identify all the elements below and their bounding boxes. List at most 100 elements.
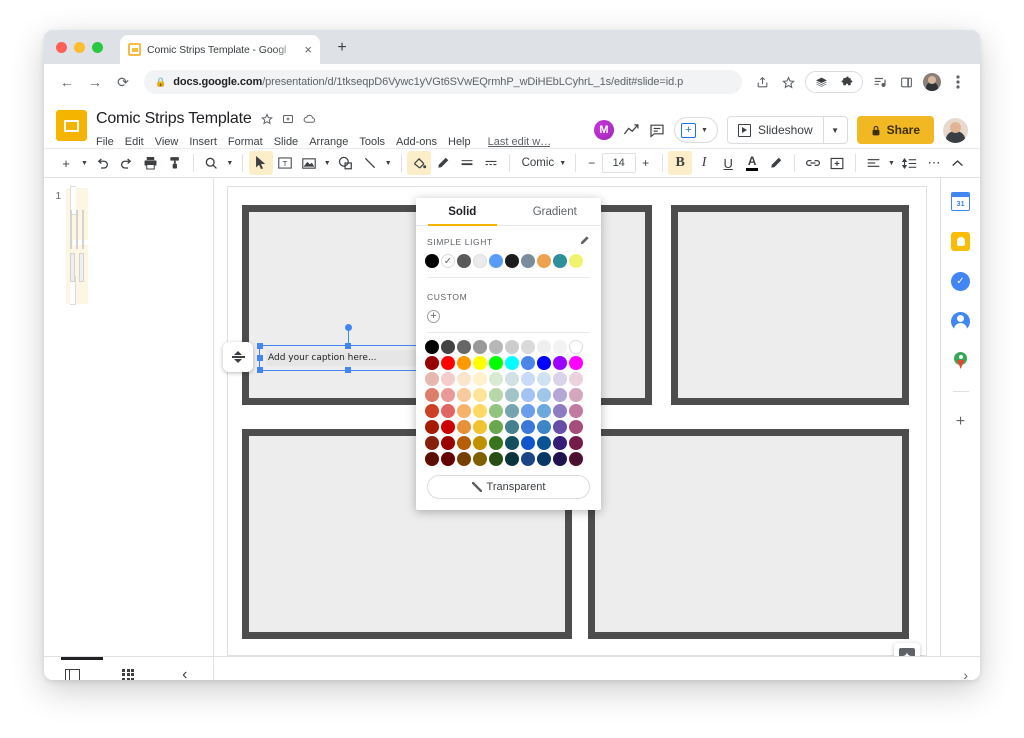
image-chevron-down-icon[interactable]: ▼ [321, 160, 334, 167]
menu-format[interactable]: Format [228, 136, 263, 148]
selected-caption-textbox[interactable]: Add your caption here... [259, 345, 437, 371]
select-tool-button[interactable] [249, 151, 273, 175]
align-button[interactable] [861, 151, 885, 175]
print-button[interactable] [139, 151, 163, 175]
palette-swatch-4-8[interactable] [553, 404, 567, 418]
palette-swatch-3-0[interactable] [425, 388, 439, 402]
palette-swatch-5-6[interactable] [521, 420, 535, 434]
palette-swatch-3-7[interactable] [537, 388, 551, 402]
resize-handle-middle-left[interactable] [257, 355, 263, 361]
transparent-button[interactable]: Transparent [427, 475, 590, 499]
palette-swatch-6-5[interactable] [505, 436, 519, 450]
palette-swatch-5-7[interactable] [537, 420, 551, 434]
palette-swatch-4-3[interactable] [473, 404, 487, 418]
font-chevron-down-icon[interactable]: ▼ [556, 160, 569, 167]
palette-swatch-0-7[interactable] [537, 340, 551, 354]
palette-swatch-2-9[interactable] [569, 372, 583, 386]
chrome-menu-icon[interactable] [946, 70, 970, 94]
move-to-folder-icon[interactable] [282, 113, 294, 125]
google-keep-icon[interactable] [951, 232, 970, 251]
font-family-select[interactable]: Comic Neue [516, 157, 557, 169]
share-icon[interactable] [750, 70, 774, 94]
slide-thumbnail-selected[interactable] [66, 188, 88, 304]
theme-swatch-1[interactable]: ✓ [441, 254, 455, 268]
underline-button[interactable]: U [716, 151, 740, 175]
last-edit-label[interactable]: Last edit w… [488, 136, 550, 148]
add-comment-button[interactable] [825, 151, 849, 175]
extensions-puzzle-icon[interactable] [835, 70, 859, 94]
fill-color-picker-popover[interactable]: Solid Gradient SIMPLE LIGHT ✓ CUSTOM + T… [416, 198, 601, 510]
filmstrip-slide-1[interactable]: 1 [44, 186, 213, 304]
palette-swatch-4-6[interactable] [521, 404, 535, 418]
insert-image-button[interactable] [297, 151, 321, 175]
palette-swatch-2-0[interactable] [425, 372, 439, 386]
new-slide-chevron-down-icon[interactable]: ▼ [78, 160, 91, 167]
add-addon-button[interactable]: + [956, 413, 965, 431]
slideshow-button[interactable]: Slideshow ▼ [727, 116, 848, 144]
highlight-color-button[interactable] [764, 151, 788, 175]
palette-swatch-1-5[interactable] [505, 356, 519, 370]
palette-swatch-0-2[interactable] [457, 340, 471, 354]
theme-swatch-4[interactable] [489, 254, 503, 268]
grid-view-button[interactable] [115, 664, 141, 681]
palette-swatch-6-8[interactable] [553, 436, 567, 450]
chevron-down-icon[interactable]: ▼ [698, 127, 711, 134]
font-size-decrease[interactable]: − [582, 156, 602, 170]
forward-button[interactable]: → [82, 69, 108, 95]
page-title[interactable]: Comic Strips Template [96, 110, 252, 128]
palette-swatch-5-8[interactable] [553, 420, 567, 434]
undo-button[interactable] [91, 151, 115, 175]
palette-swatch-4-0[interactable] [425, 404, 439, 418]
line-chevron-down-icon[interactable]: ▼ [382, 160, 395, 167]
filmstrip-view-button[interactable] [59, 664, 85, 681]
font-size-increase[interactable]: + [636, 156, 656, 170]
palette-swatch-6-1[interactable] [441, 436, 455, 450]
vertical-align-widget[interactable] [223, 342, 253, 372]
palette-swatch-5-4[interactable] [489, 420, 503, 434]
border-dash-button[interactable] [479, 151, 503, 175]
palette-swatch-3-3[interactable] [473, 388, 487, 402]
palette-swatch-0-8[interactable] [553, 340, 567, 354]
zoom-chevron-down-icon[interactable]: ▼ [223, 160, 236, 167]
palette-swatch-1-3[interactable] [473, 356, 487, 370]
palette-swatch-1-2[interactable] [457, 356, 471, 370]
reload-button[interactable]: ⟳ [110, 69, 136, 95]
shape-tool-button[interactable] [334, 151, 358, 175]
close-tab-icon[interactable]: × [304, 43, 312, 56]
palette-swatch-4-7[interactable] [537, 404, 551, 418]
border-weight-button[interactable] [455, 151, 479, 175]
palette-swatch-1-9[interactable] [569, 356, 583, 370]
present-add-button[interactable]: + ▼ [674, 117, 718, 143]
palette-swatch-2-5[interactable] [505, 372, 519, 386]
palette-swatch-1-0[interactable] [425, 356, 439, 370]
browser-tab[interactable]: Comic Strips Template - Googl × [120, 35, 320, 64]
palette-swatch-5-9[interactable] [569, 420, 583, 434]
menu-view[interactable]: View [155, 136, 179, 148]
palette-swatch-7-9[interactable] [569, 452, 583, 466]
slideshow-main[interactable]: Slideshow [728, 117, 823, 143]
palette-swatch-3-6[interactable] [521, 388, 535, 402]
menu-addons[interactable]: Add-ons [396, 136, 437, 148]
cloud-status-icon[interactable] [303, 113, 316, 125]
google-calendar-icon[interactable]: 31 [951, 192, 970, 211]
google-tasks-icon[interactable]: ✓ [951, 272, 970, 291]
activity-trend-icon[interactable] [623, 123, 640, 138]
palette-swatch-5-0[interactable] [425, 420, 439, 434]
palette-swatch-2-3[interactable] [473, 372, 487, 386]
palette-swatch-0-0[interactable] [425, 340, 439, 354]
align-top-icon[interactable] [234, 351, 242, 355]
palette-swatch-4-9[interactable] [569, 404, 583, 418]
align-chevron-down-icon[interactable]: ▼ [885, 160, 898, 167]
palette-swatch-4-5[interactable] [505, 404, 519, 418]
palette-swatch-1-8[interactable] [553, 356, 567, 370]
palette-swatch-5-2[interactable] [457, 420, 471, 434]
palette-swatch-7-2[interactable] [457, 452, 471, 466]
theme-swatch-5[interactable] [505, 254, 519, 268]
palette-swatch-0-4[interactable] [489, 340, 503, 354]
extensions-layers-icon[interactable] [809, 70, 833, 94]
palette-swatch-4-4[interactable] [489, 404, 503, 418]
account-avatar[interactable] [943, 118, 968, 143]
palette-swatch-2-4[interactable] [489, 372, 503, 386]
palette-swatch-2-7[interactable] [537, 372, 551, 386]
palette-swatch-5-1[interactable] [441, 420, 455, 434]
